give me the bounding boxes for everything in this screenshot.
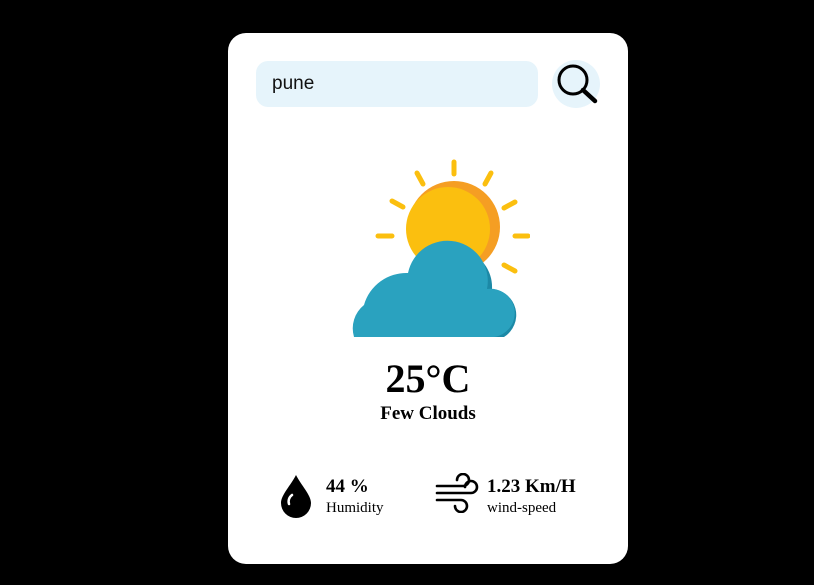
search-icon: [557, 64, 598, 104]
weather-condition: Few Clouds: [380, 403, 476, 424]
wind-speed-value: 1.23 Km/H: [487, 476, 576, 497]
wind-speed-label: wind-speed: [487, 500, 557, 516]
wind-icon: [435, 473, 479, 513]
sun-behind-cloud-icon: [324, 157, 531, 337]
humidity-stat: 44 % Humidity: [279, 473, 399, 523]
wind-stat: 1.23 Km/H wind-speed: [435, 473, 595, 523]
humidity-label: Humidity: [326, 500, 384, 516]
weather-card: 25°C Few Clouds 44 % Humidity 1.23 Km/H …: [228, 33, 628, 564]
search-input[interactable]: [256, 61, 538, 107]
water-drop-icon: [281, 475, 311, 518]
humidity-value: 44 %: [326, 476, 369, 497]
temperature-value: 25°C: [385, 356, 471, 401]
search-button[interactable]: [552, 60, 600, 108]
